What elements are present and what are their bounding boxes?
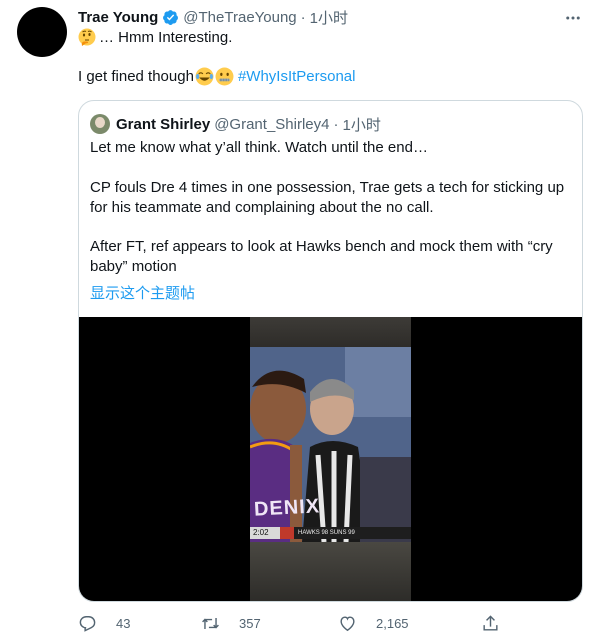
show-thread-link[interactable]: 显示这个主题帖 xyxy=(90,282,195,303)
tweet: Trae Young @TheTraeYoung · 1小时 … Hmm Int… xyxy=(0,0,593,640)
reply-count: 43 xyxy=(116,615,131,631)
separator-dot: · xyxy=(300,8,306,26)
tweet-text-line2: I get fined though #WhyIsItPersonal xyxy=(78,67,355,86)
verified-badge-icon xyxy=(163,9,179,25)
like-button[interactable]: 2,165 xyxy=(338,611,409,635)
like-count: 2,165 xyxy=(376,615,409,631)
quoted-author-name[interactable]: Grant Shirley xyxy=(116,116,210,133)
tweet-text-fined: I get fined though xyxy=(78,68,194,85)
video-score-ticker: 2:02 HAWKS 98 SUNS 99 xyxy=(250,527,411,539)
tweet-header: Trae Young @TheTraeYoung · 1小时 xyxy=(78,7,348,27)
video-frame[interactable]: DENIX 2:02 HAWKS 98 SUNS 99 xyxy=(250,317,411,601)
video-media[interactable]: DENIX 2:02 HAWKS 98 SUNS 99 xyxy=(79,317,582,601)
quoted-avatar[interactable] xyxy=(90,114,110,134)
quoted-paragraph-1: Let me know what y’all think. Watch unti… xyxy=(90,139,428,156)
share-icon xyxy=(483,614,498,631)
video-jersey-text: DENIX xyxy=(253,495,321,521)
quoted-tweet-header: Grant Shirley @Grant_Shirley4 · 1小时 xyxy=(90,114,381,134)
retweet-count: 357 xyxy=(239,615,261,631)
author-name[interactable]: Trae Young xyxy=(78,9,158,26)
timestamp[interactable]: 1小时 xyxy=(310,7,348,28)
author-handle[interactable]: @TheTraeYoung xyxy=(183,9,296,26)
hashtag-link[interactable]: #WhyIsItPersonal xyxy=(238,68,356,85)
video-tv-screen: DENIX xyxy=(250,347,411,542)
tweet-text-interesting: … Hmm Interesting. xyxy=(99,28,233,46)
reply-icon xyxy=(79,615,96,632)
avatar[interactable] xyxy=(17,7,67,57)
thinking-face-icon xyxy=(78,28,96,46)
quoted-paragraph-2: CP fouls Dre 4 times in one possession, … xyxy=(90,179,565,216)
retweet-button[interactable]: 357 xyxy=(201,611,261,635)
zipper-mouth-face-icon xyxy=(215,67,234,86)
quoted-separator-dot: · xyxy=(333,115,339,133)
tweet-text-line1: … Hmm Interesting. xyxy=(78,28,232,46)
action-bar: 43 357 2,165 xyxy=(78,611,583,635)
quoted-paragraph-3: After FT, ref appears to look at Hawks b… xyxy=(90,238,553,275)
quoted-author-handle[interactable]: @Grant_Shirley4 xyxy=(214,116,329,133)
more-icon[interactable] xyxy=(563,8,583,28)
heart-icon xyxy=(340,615,355,631)
reply-button[interactable]: 43 xyxy=(78,611,130,635)
retweet-icon xyxy=(202,617,219,629)
video-scene-bottom xyxy=(250,542,411,601)
quoted-timestamp[interactable]: 1小时 xyxy=(342,114,380,135)
video-ticker-score: HAWKS 98 SUNS 99 xyxy=(298,530,355,536)
tears-of-joy-icon xyxy=(195,67,214,86)
video-ticker-clock: 2:02 xyxy=(253,528,269,537)
share-button[interactable] xyxy=(481,611,500,635)
quoted-tweet[interactable]: Grant Shirley @Grant_Shirley4 · 1小时 Let … xyxy=(78,100,583,602)
video-scene-top xyxy=(250,317,411,347)
